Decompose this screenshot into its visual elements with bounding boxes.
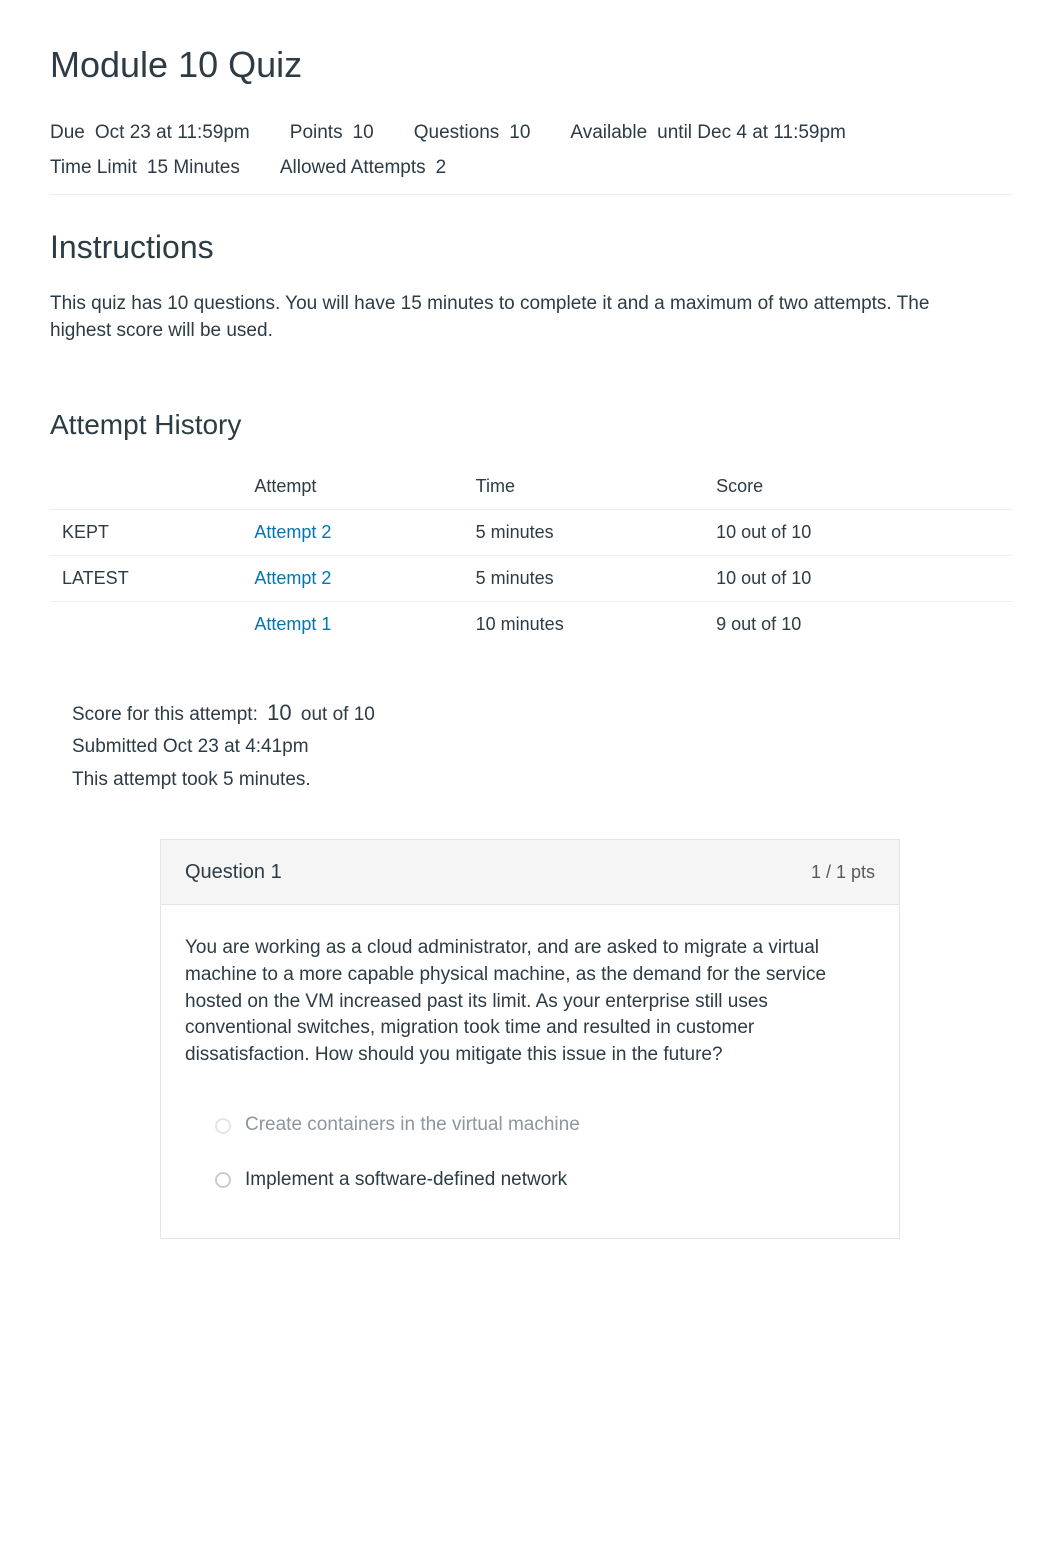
meta-due-value: Oct 23 at 11:59pm bbox=[95, 120, 250, 147]
question-header: Question 1 1 / 1 pts bbox=[161, 840, 899, 905]
attempt-link[interactable]: Attempt 1 bbox=[254, 614, 331, 634]
question-title: Question 1 bbox=[185, 858, 282, 886]
row-time: 10 minutes bbox=[464, 602, 705, 648]
meta-questions-label: Questions bbox=[414, 120, 500, 147]
row-score: 10 out of 10 bbox=[704, 556, 1012, 602]
history-header-time: Time bbox=[464, 464, 705, 510]
meta-due-label: Due bbox=[50, 120, 85, 147]
meta-questions-value: 10 bbox=[509, 120, 530, 147]
question-points: 1 / 1 pts bbox=[811, 860, 875, 885]
radio-icon bbox=[215, 1118, 231, 1134]
instructions-text: This quiz has 10 questions. You will hav… bbox=[50, 291, 950, 344]
meta-timelimit-label: Time Limit bbox=[50, 155, 137, 182]
meta-attempts-label: Allowed Attempts bbox=[280, 155, 426, 182]
score-label: Score for this attempt: bbox=[72, 704, 258, 725]
score-submitted: Submitted Oct 23 at 4:41pm bbox=[72, 734, 990, 761]
table-row: KEPT Attempt 2 5 minutes 10 out of 10 bbox=[50, 509, 1012, 555]
instructions-heading: Instructions bbox=[50, 225, 1012, 270]
meta-timelimit: Time Limit 15 Minutes bbox=[50, 151, 250, 186]
table-row: LATEST Attempt 2 5 minutes 10 out of 10 bbox=[50, 556, 1012, 602]
history-header-attempt: Attempt bbox=[242, 464, 463, 510]
score-value: 10 bbox=[267, 700, 291, 725]
meta-due: Due Oct 23 at 11:59pm bbox=[50, 116, 260, 151]
history-header-score: Score bbox=[704, 464, 1012, 510]
table-row: Attempt 1 10 minutes 9 out of 10 bbox=[50, 602, 1012, 648]
history-header-tag bbox=[50, 464, 242, 510]
meta-available-label: Available bbox=[570, 120, 647, 147]
question-card: Question 1 1 / 1 pts You are working as … bbox=[160, 839, 900, 1238]
answer-text: Implement a software-defined network bbox=[245, 1167, 567, 1194]
score-box: Score for this attempt: 10 out of 10 Sub… bbox=[50, 688, 1012, 810]
answer-text: Create containers in the virtual machine bbox=[245, 1112, 580, 1139]
meta-available: Available until Dec 4 at 11:59pm bbox=[570, 116, 855, 151]
meta-points: Points 10 bbox=[290, 116, 384, 151]
radio-icon bbox=[215, 1172, 231, 1188]
row-score: 10 out of 10 bbox=[704, 509, 1012, 555]
attempt-history-table: Attempt Time Score KEPT Attempt 2 5 minu… bbox=[50, 464, 1012, 648]
meta-available-value: until Dec 4 at 11:59pm bbox=[657, 120, 846, 147]
row-tag bbox=[50, 602, 242, 648]
attempt-history-heading: Attempt History bbox=[50, 405, 1012, 444]
meta-attempts: Allowed Attempts 2 bbox=[280, 151, 456, 186]
quiz-meta: Due Oct 23 at 11:59pm Points 10 Question… bbox=[50, 108, 1012, 194]
answer-option: Create containers in the virtual machine bbox=[185, 1098, 875, 1153]
score-outof: out of 10 bbox=[301, 704, 375, 725]
answer-option: Implement a software-defined network bbox=[185, 1153, 875, 1208]
meta-questions: Questions 10 bbox=[414, 116, 541, 151]
meta-attempts-value: 2 bbox=[436, 155, 447, 182]
answers-list: Create containers in the virtual machine… bbox=[161, 1078, 899, 1237]
page-title: Module 10 Quiz bbox=[50, 40, 1012, 90]
question-body: You are working as a cloud administrator… bbox=[161, 905, 899, 1078]
meta-points-label: Points bbox=[290, 120, 343, 147]
score-duration: This attempt took 5 minutes. bbox=[72, 767, 990, 794]
row-time: 5 minutes bbox=[464, 509, 705, 555]
row-time: 5 minutes bbox=[464, 556, 705, 602]
meta-points-value: 10 bbox=[353, 120, 374, 147]
attempt-link[interactable]: Attempt 2 bbox=[254, 522, 331, 542]
row-tag: KEPT bbox=[50, 509, 242, 555]
meta-timelimit-value: 15 Minutes bbox=[147, 155, 240, 182]
row-tag: LATEST bbox=[50, 556, 242, 602]
row-score: 9 out of 10 bbox=[704, 602, 1012, 648]
attempt-link[interactable]: Attempt 2 bbox=[254, 568, 331, 588]
